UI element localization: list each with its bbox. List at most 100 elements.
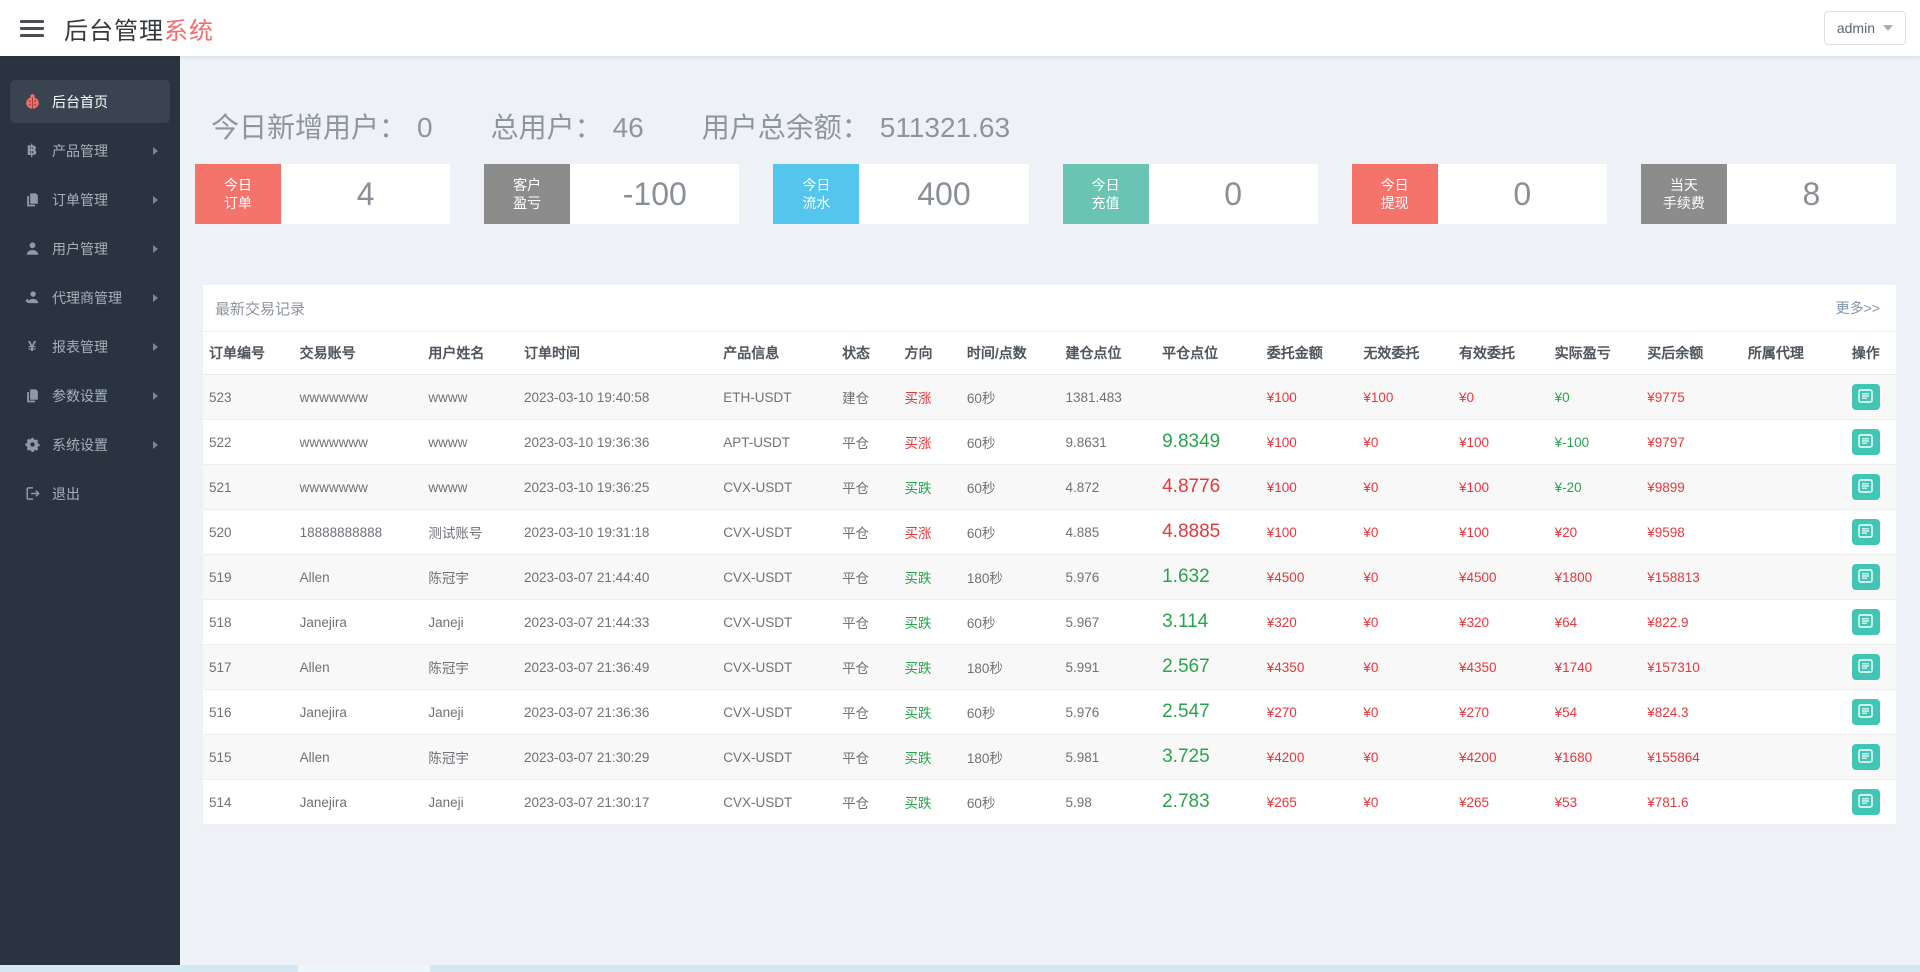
- table-cell: wwww: [422, 465, 518, 510]
- table-cell: wwwwwww: [294, 465, 423, 510]
- table-cell: CVX-USDT: [717, 600, 836, 645]
- table-cell: 60秒: [961, 600, 1060, 645]
- table-cell: 1.632: [1156, 555, 1261, 600]
- detail-icon: [1858, 794, 1873, 811]
- column-header: 建仓点位: [1059, 332, 1156, 375]
- summary-stat: 总用户：46: [491, 106, 644, 146]
- column-header: 订单时间: [518, 332, 717, 375]
- table-cell: ¥4200: [1261, 735, 1358, 780]
- table-cell: 5.967: [1059, 600, 1156, 645]
- agents-icon: [22, 290, 42, 305]
- menu-toggle-icon[interactable]: [20, 20, 44, 37]
- chevron-right-icon: [153, 245, 158, 253]
- table-header-row: 订单编号交易账号用户姓名订单时间产品信息状态方向时间/点数建仓点位平仓点位委托金…: [203, 332, 1896, 375]
- table-cell: 2023-03-07 21:30:17: [518, 780, 717, 825]
- summary-label: 今日新增用户：: [211, 106, 407, 146]
- sidebar-item-系统设置[interactable]: 系统设置: [10, 423, 170, 466]
- table-cell: ¥9899: [1641, 465, 1742, 510]
- table-cell: ¥4200: [1453, 735, 1549, 780]
- detail-button[interactable]: [1852, 744, 1880, 770]
- table-cell: ¥0: [1357, 780, 1453, 825]
- detail-button[interactable]: [1852, 384, 1880, 410]
- table-cell: wwwwwww: [294, 420, 423, 465]
- chevron-right-icon: [153, 196, 158, 204]
- stat-card: 当天 手续费8: [1641, 164, 1896, 224]
- sidebar-item-产品管理[interactable]: ฿产品管理: [10, 129, 170, 172]
- horizontal-scrollbar[interactable]: [0, 965, 1920, 972]
- table-cell: 180秒: [961, 735, 1060, 780]
- detail-icon: [1858, 434, 1873, 451]
- detail-icon: [1858, 389, 1873, 406]
- table-cell: 2023-03-07 21:30:29: [518, 735, 717, 780]
- user-menu-button[interactable]: admin: [1824, 11, 1906, 45]
- column-header: 买后余额: [1641, 332, 1742, 375]
- app-shell: 后台首页 ฿产品管理订单管理用户管理代理商管理 ¥报表管理参数设置系统设置退出 今日…: [0, 56, 1920, 965]
- detail-button[interactable]: [1852, 429, 1880, 455]
- table-cell: ¥822.9: [1641, 600, 1742, 645]
- detail-icon: [1858, 479, 1873, 496]
- table-cell: 2023-03-10 19:36:25: [518, 465, 717, 510]
- sidebar-item-后台首页[interactable]: 后台首页: [10, 80, 170, 123]
- table-cell: ¥1740: [1549, 645, 1642, 690]
- table-cell: 5.98: [1059, 780, 1156, 825]
- sidebar-item-代理商管理[interactable]: 代理商管理: [10, 276, 170, 319]
- column-header: 订单编号: [203, 332, 294, 375]
- detail-button[interactable]: [1852, 564, 1880, 590]
- summary-value: 46: [613, 112, 644, 144]
- summary-label: 用户总余额：: [702, 106, 870, 146]
- detail-button[interactable]: [1852, 609, 1880, 635]
- table-cell: ¥-100: [1549, 420, 1642, 465]
- table-cell: ¥4350: [1453, 645, 1549, 690]
- table-cell: ¥265: [1261, 780, 1358, 825]
- table-cell: [1742, 645, 1836, 690]
- detail-button[interactable]: [1852, 699, 1880, 725]
- table-cell: 18888888888: [294, 510, 423, 555]
- sidebar-item-label: 订单管理: [52, 190, 108, 210]
- table-cell: 2023-03-07 21:44:33: [518, 600, 717, 645]
- table-cell: 买涨: [898, 420, 960, 465]
- chevron-right-icon: [153, 441, 158, 449]
- table-cell: ¥100: [1261, 420, 1358, 465]
- more-link[interactable]: 更多>>: [1836, 298, 1880, 318]
- sidebar-item-用户管理[interactable]: 用户管理: [10, 227, 170, 270]
- table-cell: 2023-03-10 19:31:18: [518, 510, 717, 555]
- table-cell: [1742, 510, 1836, 555]
- stat-card-value: 4: [281, 164, 450, 224]
- stat-card: 今日 提现0: [1352, 164, 1607, 224]
- table-cell: [1742, 690, 1836, 735]
- table-cell: 3.725: [1156, 735, 1261, 780]
- sidebar-item-订单管理[interactable]: 订单管理: [10, 178, 170, 221]
- table-cell: [1742, 420, 1836, 465]
- sidebar-item-参数设置[interactable]: 参数设置: [10, 374, 170, 417]
- table-row: 519Allen陈冠宇2023-03-07 21:44:40CVX-USDT平仓…: [203, 555, 1896, 600]
- trades-table: 订单编号交易账号用户姓名订单时间产品信息状态方向时间/点数建仓点位平仓点位委托金…: [203, 332, 1896, 825]
- stat-card-label: 今日 充值: [1063, 164, 1149, 224]
- table-cell: ¥64: [1549, 600, 1642, 645]
- detail-icon: [1858, 659, 1873, 676]
- table-cell: CVX-USDT: [717, 735, 836, 780]
- table-cell: Allen: [294, 735, 423, 780]
- table-cell: ¥0: [1357, 645, 1453, 690]
- table-cell: ¥0: [1357, 510, 1453, 555]
- table-cell: Janeji: [422, 780, 518, 825]
- table-cell: [1835, 555, 1896, 600]
- scrollbar-thumb[interactable]: [298, 965, 430, 972]
- table-cell: ¥4500: [1453, 555, 1549, 600]
- sidebar-item-退出[interactable]: 退出: [10, 472, 170, 515]
- sidebar-item-label: 系统设置: [52, 435, 108, 455]
- table-cell: 陈冠宇: [422, 645, 518, 690]
- table-cell: 60秒: [961, 510, 1060, 555]
- detail-button[interactable]: [1852, 519, 1880, 545]
- detail-button[interactable]: [1852, 474, 1880, 500]
- table-cell: 60秒: [961, 375, 1060, 420]
- table-cell: ¥270: [1453, 690, 1549, 735]
- table-row: 517Allen陈冠宇2023-03-07 21:36:49CVX-USDT平仓…: [203, 645, 1896, 690]
- column-header: 时间/点数: [961, 332, 1060, 375]
- bitcoin-icon: ฿: [22, 143, 42, 158]
- sidebar-item-报表管理[interactable]: ¥报表管理: [10, 325, 170, 368]
- table-cell: 180秒: [961, 555, 1060, 600]
- detail-button[interactable]: [1852, 654, 1880, 680]
- detail-button[interactable]: [1852, 789, 1880, 815]
- files-icon: [22, 192, 42, 207]
- stat-card-label: 客户 盈亏: [484, 164, 570, 224]
